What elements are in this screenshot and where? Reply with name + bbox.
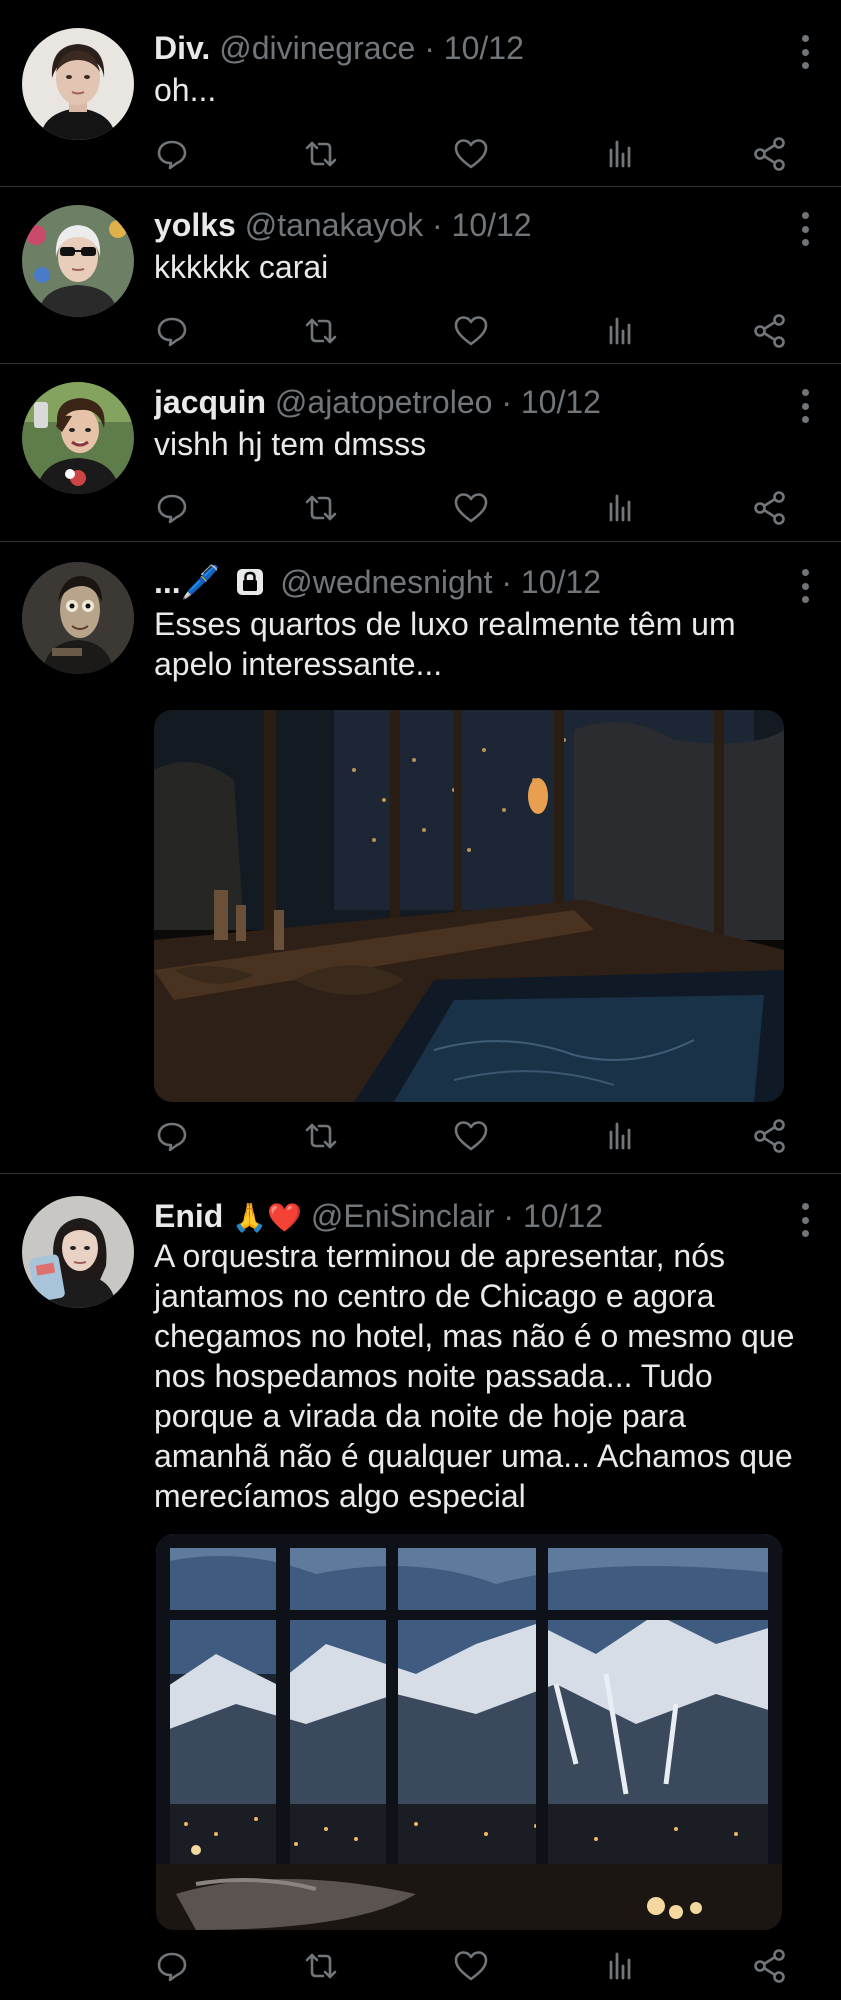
heart-icon[interactable] <box>451 134 491 174</box>
lock-icon <box>235 566 265 596</box>
views-icon[interactable] <box>601 311 641 351</box>
avatar[interactable] <box>22 382 134 494</box>
share-icon[interactable] <box>750 1946 790 1986</box>
tweet-actions <box>0 311 841 351</box>
author-name[interactable]: ...🖊️ <box>154 564 221 600</box>
name-emoji: 🙏❤️ <box>232 1202 302 1233</box>
tweet[interactable]: Enid 🙏❤️ @EniSinclair · 10/12 A orquestr… <box>0 1174 841 2000</box>
reply-icon[interactable] <box>152 311 192 351</box>
more-icon[interactable] <box>799 1203 811 1237</box>
avatar[interactable] <box>22 562 134 674</box>
tweet-image[interactable] <box>154 710 784 1102</box>
retweet-icon[interactable] <box>301 134 341 174</box>
views-icon[interactable] <box>601 1946 641 1986</box>
heart-icon[interactable] <box>451 311 491 351</box>
more-icon[interactable] <box>799 569 811 603</box>
author-handle[interactable]: @ajatopetroleo <box>275 384 493 420</box>
tweet[interactable]: ...🖊️ @wednesnight · 10/12 Esses quartos… <box>0 542 841 1174</box>
reply-icon[interactable] <box>152 134 192 174</box>
tweet-header: jacquin @ajatopetroleo · 10/12 <box>154 382 771 422</box>
share-icon[interactable] <box>750 134 790 174</box>
share-icon[interactable] <box>750 311 790 351</box>
tweet-header: ...🖊️ @wednesnight · 10/12 <box>154 562 771 602</box>
tweet-actions <box>0 488 841 528</box>
tweet-actions <box>0 1946 841 1986</box>
author-name[interactable]: Div. <box>154 30 210 66</box>
tweet-text: kkkkkk carai <box>154 249 329 285</box>
tweet-date[interactable]: 10/12 <box>521 384 601 420</box>
retweet-icon[interactable] <box>301 1946 341 1986</box>
separator: · <box>503 1198 515 1234</box>
avatar[interactable] <box>22 205 134 317</box>
retweet-icon[interactable] <box>301 488 341 528</box>
heart-icon[interactable] <box>451 488 491 528</box>
author-handle[interactable]: @divinegrace <box>219 30 415 66</box>
share-icon[interactable] <box>750 1116 790 1156</box>
retweet-icon[interactable] <box>301 311 341 351</box>
author-name[interactable]: yolks <box>154 207 236 243</box>
tweet-text: Esses quartos de luxo realmente têm um a… <box>154 606 745 682</box>
separator: · <box>431 207 443 243</box>
more-icon[interactable] <box>799 35 811 69</box>
heart-icon[interactable] <box>451 1116 491 1156</box>
avatar[interactable] <box>22 28 134 140</box>
tweet-actions <box>0 134 841 174</box>
tweet-text: oh... <box>154 72 217 108</box>
more-icon[interactable] <box>799 389 811 423</box>
tweet[interactable]: yolks @tanakayok · 10/12 kkkkkk carai <box>0 187 841 364</box>
tweet-date[interactable]: 10/12 <box>452 207 532 243</box>
tweet[interactable]: Div. @divinegrace · 10/12 oh... <box>0 10 841 187</box>
separator: · <box>501 564 513 600</box>
tweet-date[interactable]: 10/12 <box>444 30 524 66</box>
tweet-image[interactable] <box>156 1534 782 1930</box>
heart-icon[interactable] <box>451 1946 491 1986</box>
timeline-feed: Div. @divinegrace · 10/12 oh... yolks @t… <box>0 0 841 2000</box>
tweet-date[interactable]: 10/12 <box>523 1198 603 1234</box>
retweet-icon[interactable] <box>301 1116 341 1156</box>
reply-icon[interactable] <box>152 1116 192 1156</box>
reply-icon[interactable] <box>152 488 192 528</box>
author-handle[interactable]: @tanakayok <box>245 207 423 243</box>
share-icon[interactable] <box>750 488 790 528</box>
views-icon[interactable] <box>601 1116 641 1156</box>
tweet-text: A orquestra terminou de apresentar, nós … <box>154 1238 804 1514</box>
author-handle[interactable]: @EniSinclair <box>311 1198 495 1234</box>
views-icon[interactable] <box>601 134 641 174</box>
separator: · <box>501 384 512 420</box>
tweet-header: Enid 🙏❤️ @EniSinclair · 10/12 <box>154 1196 771 1236</box>
reply-icon[interactable] <box>152 1946 192 1986</box>
author-name[interactable]: Enid <box>154 1198 223 1234</box>
tweet-actions <box>0 1116 841 1156</box>
tweet-text: vishh hj tem dmsss <box>154 426 427 462</box>
views-icon[interactable] <box>601 488 641 528</box>
more-icon[interactable] <box>799 212 811 246</box>
avatar[interactable] <box>22 1196 134 1308</box>
separator: · <box>424 30 435 66</box>
author-handle[interactable]: @wednesnight <box>280 564 492 600</box>
tweet-header: Div. @divinegrace · 10/12 <box>154 28 771 68</box>
tweet[interactable]: jacquin @ajatopetroleo · 10/12 vishh hj … <box>0 364 841 542</box>
author-name[interactable]: jacquin <box>154 384 266 420</box>
tweet-header: yolks @tanakayok · 10/12 <box>154 205 771 245</box>
tweet-date[interactable]: 10/12 <box>521 564 601 600</box>
